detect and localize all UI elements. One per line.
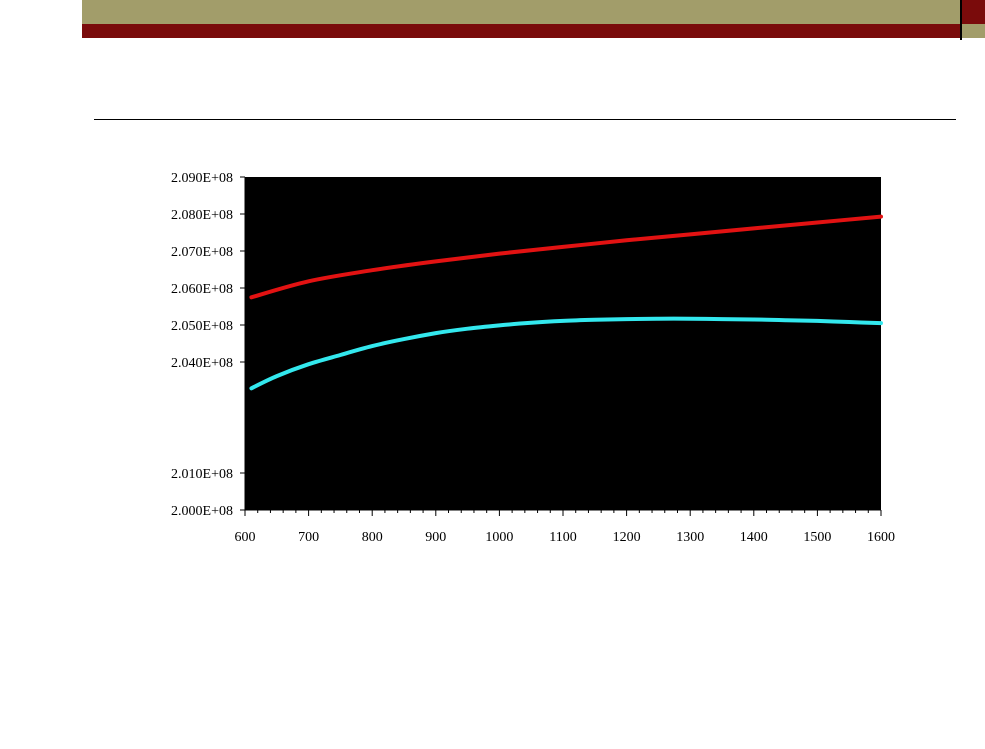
y-tick-label: 2.060E+08 — [171, 282, 233, 297]
y-tick-label: 2.080E+08 — [171, 208, 233, 223]
x-axis: 600 700 800 900 1000 1100 1200 1300 1400 1500 1600 — [235, 509, 895, 545]
x-tick-label: 900 — [425, 530, 446, 545]
y-tick-label: 2.050E+08 — [171, 319, 233, 334]
y-tick-label: 2.040E+08 — [171, 356, 233, 371]
x-tick-label: 1600 — [867, 530, 895, 545]
line-chart: 2.000E+08 2.010E+08 2.040E+08 2.050E+08 2.06… — [171, 171, 895, 545]
x-tick-label: 1300 — [676, 530, 704, 545]
x-tick-label: 1000 — [485, 530, 513, 545]
x-tick-label: 800 — [362, 530, 383, 545]
y-tick-label: 2.070E+08 — [171, 245, 233, 260]
x-tick-label: 700 — [298, 530, 319, 545]
y-tick-label: 2.010E+08 — [171, 467, 233, 482]
y-tick-label: 2.090E+08 — [171, 171, 233, 186]
x-tick-label: 1200 — [613, 530, 641, 545]
x-tick-label: 600 — [235, 530, 256, 545]
x-tick-label: 1500 — [803, 530, 831, 545]
y-axis: 2.000E+08 2.010E+08 2.040E+08 2.050E+08 2.06… — [171, 171, 246, 519]
x-tick-label: 1400 — [740, 530, 768, 545]
y-tick-label: 2.000E+08 — [171, 504, 233, 519]
x-tick-label: 1100 — [549, 530, 576, 545]
